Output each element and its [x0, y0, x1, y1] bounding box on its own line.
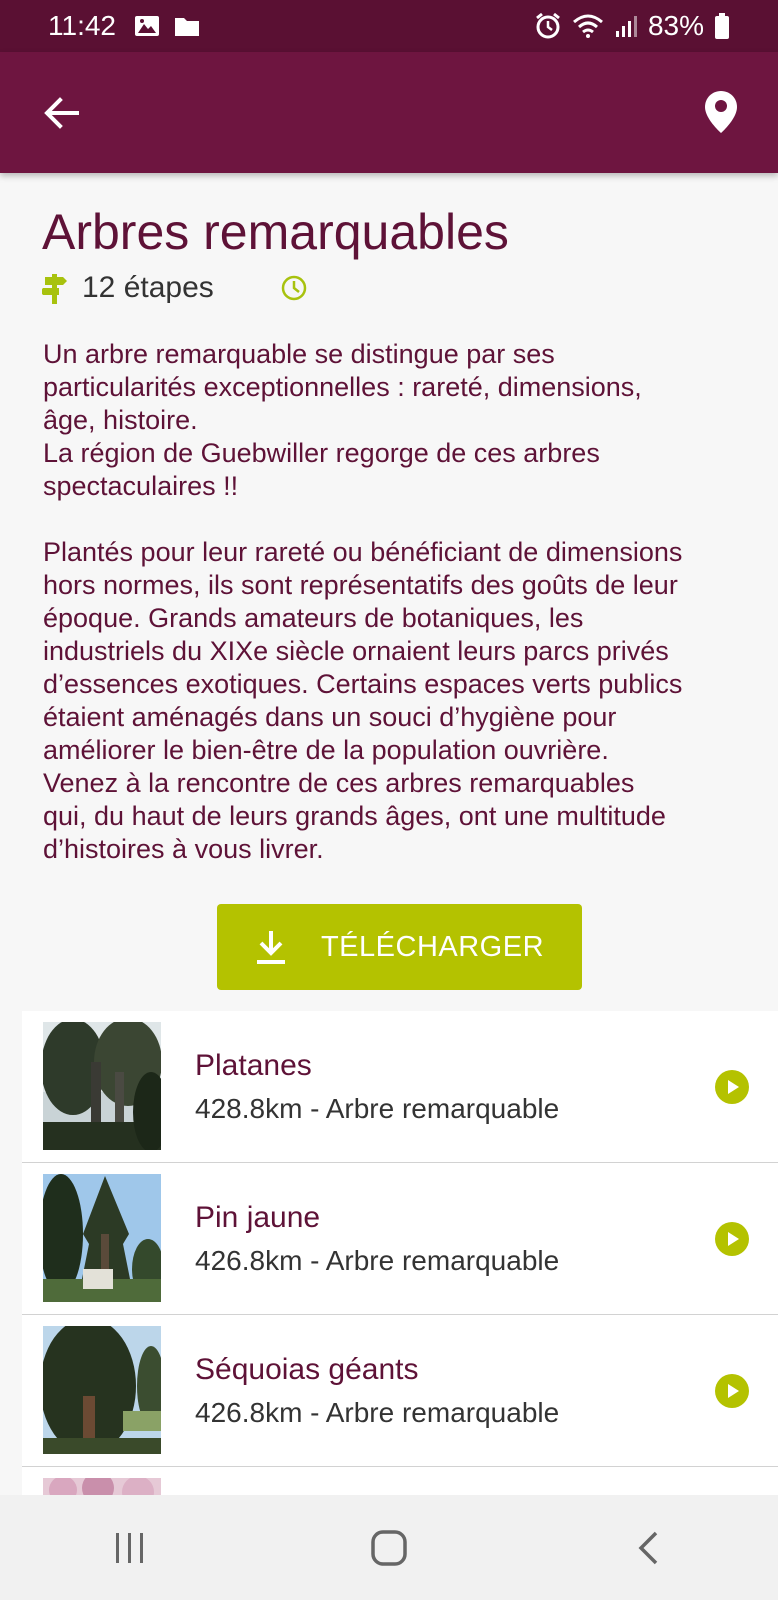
item-subtitle: 426.8km - Arbre remarquable	[195, 1245, 560, 1276]
description-line: hors normes, ils sont représentatifs des…	[43, 570, 678, 600]
tree-thumbnail	[43, 1174, 161, 1302]
list-item[interactable]: Platanes 428.8km - Arbre remarquable	[22, 1011, 778, 1163]
page-title: Arbres remarquables	[42, 204, 509, 260]
description-line: améliorer le bien-être de la population …	[43, 735, 609, 765]
signpost-icon	[42, 274, 67, 304]
nav-back-button[interactable]	[608, 1518, 688, 1578]
status-bar: 11:42 83%	[0, 0, 778, 52]
description-line: Un arbre remarquable se distingue par se…	[43, 339, 555, 369]
recent-apps-icon	[115, 1532, 143, 1563]
download-label: TÉLÉCHARGER	[320, 930, 545, 963]
description-line: Plantés pour leur rareté ou bénéficiant …	[43, 537, 683, 567]
tour-description: Un arbre remarquable se distingue par se…	[43, 338, 763, 866]
description-line: particularités exceptionnelles : rareté,…	[43, 372, 642, 402]
item-title: Pin jaune	[195, 1201, 321, 1234]
play-circle-icon[interactable]	[714, 1221, 750, 1257]
home-button[interactable]	[349, 1518, 429, 1578]
play-circle-icon[interactable]	[714, 1373, 750, 1409]
tree-thumbnail	[43, 1022, 161, 1150]
map-pin-icon	[705, 91, 737, 133]
play-circle-icon[interactable]	[714, 1069, 750, 1105]
tour-detail: Arbres remarquables 12 étapes Un arbre r…	[0, 173, 778, 1495]
battery-percent: 83%	[647, 10, 704, 41]
list-item[interactable]: Séquoias géants 426.8km - Arbre remarqua…	[22, 1315, 778, 1467]
download-icon	[256, 931, 285, 964]
system-nav-bar	[0, 1495, 778, 1600]
description-line: qui, du haut de leurs grands âges, ont u…	[43, 801, 666, 831]
download-button[interactable]: TÉLÉCHARGER	[217, 904, 582, 990]
item-subtitle: 428.8km - Arbre remarquable	[195, 1093, 560, 1124]
description-line: d’essences exotiques. Certains espaces v…	[43, 669, 683, 699]
arrow-left-icon	[44, 97, 79, 129]
description-line: spectaculaires !!	[43, 471, 239, 501]
back-button[interactable]	[38, 90, 84, 136]
list-item[interactable]	[22, 1467, 778, 1495]
item-title: Séquoias géants	[195, 1353, 419, 1386]
description-line: industriels du XIXe siècle ornaient leur…	[43, 636, 669, 666]
battery-icon	[715, 13, 729, 39]
tree-thumbnail	[43, 1326, 161, 1454]
map-button[interactable]	[698, 86, 744, 138]
item-title: Platanes	[195, 1049, 312, 1082]
description-line: La région de Guebwiller regorge de ces a…	[43, 438, 600, 468]
home-icon	[371, 1529, 407, 1566]
status-time: 11:42	[48, 10, 116, 41]
clock-icon	[281, 275, 307, 301]
list-item[interactable]: Pin jaune 426.8km - Arbre remarquable	[22, 1163, 778, 1315]
recent-apps-button[interactable]	[90, 1518, 170, 1578]
image-icon	[135, 16, 159, 36]
description-line: âge, histoire.	[43, 405, 198, 435]
steps-list: Platanes 428.8km - Arbre remarquable Pin…	[22, 1011, 778, 1495]
description-line: Venez à la rencontre de ces arbres remar…	[43, 768, 635, 798]
tour-meta: 12 étapes	[42, 268, 308, 308]
alarm-icon	[536, 12, 560, 39]
app-bar	[0, 52, 778, 173]
tree-thumbnail	[43, 1478, 161, 1495]
item-subtitle: 426.8km - Arbre remarquable	[195, 1397, 560, 1428]
description-line: étaient aménagés dans un souci d’hygiène…	[43, 702, 617, 732]
description-line: époque. Grands amateurs de botaniques, l…	[43, 603, 584, 633]
folder-icon	[175, 18, 199, 36]
description-line: d’histoires à vous livrer.	[43, 834, 324, 864]
wifi-icon	[572, 14, 603, 38]
back-icon	[638, 1531, 658, 1564]
signal-icon	[615, 16, 637, 37]
steps-count: 12 étapes	[82, 271, 214, 304]
